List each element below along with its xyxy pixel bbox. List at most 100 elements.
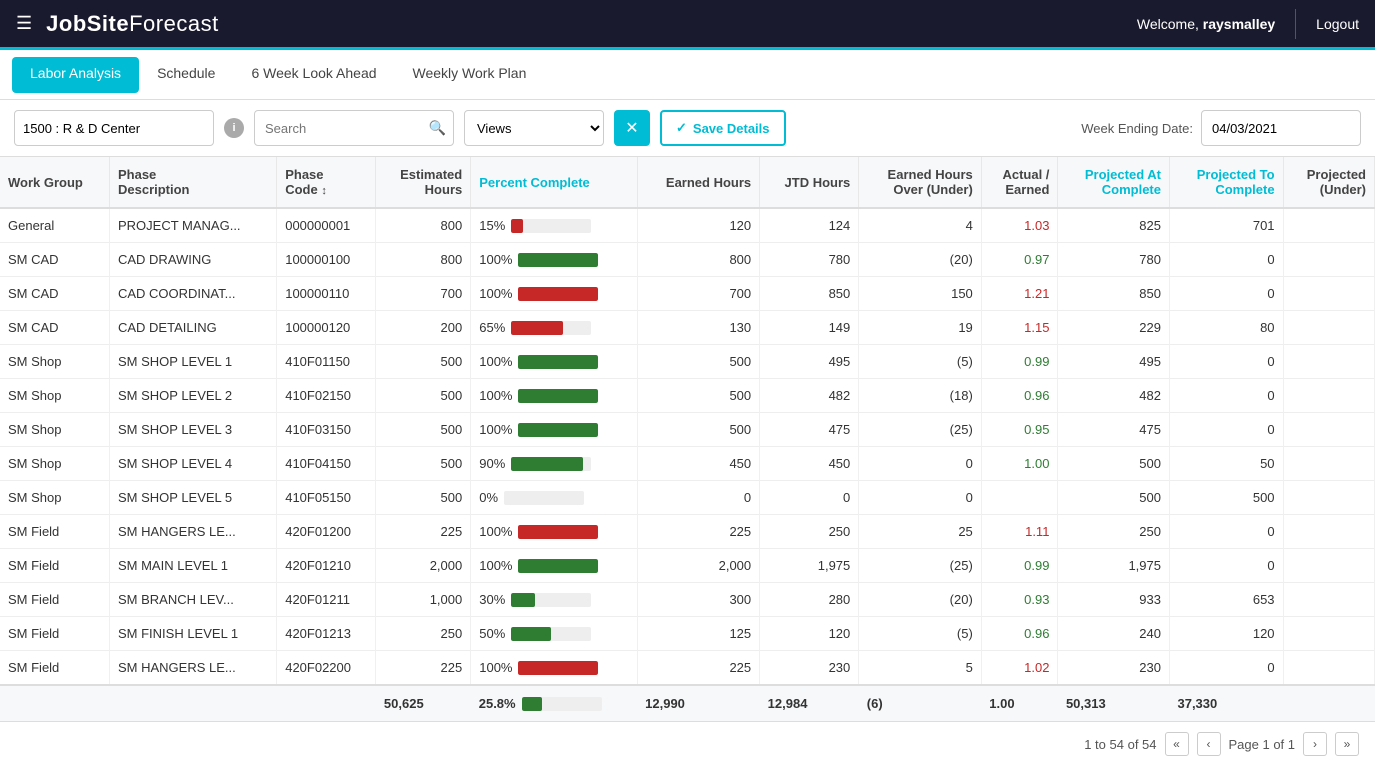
cell-proj-to-complete: 50 [1169,447,1283,481]
cell-phase-code: 420F01213 [277,617,376,651]
footer-under [1283,685,1374,721]
header-divider [1295,9,1296,39]
cell-earned-over-under: 5 [859,651,982,686]
cell-pct-complete: 100% [471,549,637,583]
cell-est-hours: 500 [376,379,471,413]
tab-6-week[interactable]: 6 Week Look Ahead [233,50,394,100]
week-date-input[interactable] [1201,110,1361,146]
cell-projected-under [1283,651,1374,686]
footer-actual-earned: 1.00 [981,685,1058,721]
cell-proj-at-complete: 825 [1058,208,1170,243]
cell-pct-complete: 65% [471,311,637,345]
cell-jtd-hours: 1,975 [760,549,859,583]
cell-phase-desc: SM SHOP LEVEL 2 [109,379,276,413]
cell-work-group: SM Shop [0,379,109,413]
col-phase-code[interactable]: PhaseCode ↕ [277,157,376,208]
tab-schedule[interactable]: Schedule [139,50,233,100]
cell-actual-earned: 0.93 [981,583,1058,617]
cell-proj-to-complete: 0 [1169,277,1283,311]
cell-work-group: SM CAD [0,243,109,277]
save-button[interactable]: ✓ Save Details [660,110,786,146]
cell-jtd-hours: 250 [760,515,859,549]
logout-button[interactable]: Logout [1316,16,1359,32]
cell-proj-at-complete: 229 [1058,311,1170,345]
cell-projected-under [1283,583,1374,617]
cell-phase-desc: SM SHOP LEVEL 4 [109,447,276,481]
clear-button[interactable]: ✕ [614,110,650,146]
cell-proj-to-complete: 0 [1169,515,1283,549]
cell-pct-complete: 100% [471,277,637,311]
cell-phase-code: 410F05150 [277,481,376,515]
tab-weekly-work-plan[interactable]: Weekly Work Plan [395,50,545,100]
cell-proj-at-complete: 500 [1058,481,1170,515]
cell-jtd-hours: 495 [760,345,859,379]
cell-projected-under [1283,617,1374,651]
cell-actual-earned: 0.97 [981,243,1058,277]
cell-est-hours: 500 [376,413,471,447]
cell-actual-earned: 0.99 [981,549,1058,583]
cell-phase-code: 420F01210 [277,549,376,583]
cell-work-group: SM Field [0,515,109,549]
cell-earned-over-under: (25) [859,413,982,447]
cell-est-hours: 200 [376,311,471,345]
cell-proj-to-complete: 653 [1169,583,1283,617]
table-row: General PROJECT MANAG... 000000001 800 1… [0,208,1375,243]
cell-projected-under [1283,208,1374,243]
project-select[interactable]: 1500 : R & D Center [14,110,214,146]
pagination-bar: 1 to 54 of 54 « ‹ Page 1 of 1 › » [0,721,1375,766]
search-input[interactable] [254,110,454,146]
cell-proj-at-complete: 850 [1058,277,1170,311]
cell-phase-code: 410F04150 [277,447,376,481]
cell-work-group: SM CAD [0,277,109,311]
cell-est-hours: 2,000 [376,549,471,583]
cell-phase-desc: SM SHOP LEVEL 1 [109,345,276,379]
cell-actual-earned [981,481,1058,515]
pagination-info: 1 to 54 of 54 [1084,737,1156,752]
page-last-btn[interactable]: » [1335,732,1359,756]
cell-actual-earned: 0.95 [981,413,1058,447]
cell-earned-hours: 300 [637,583,760,617]
page-first-btn[interactable]: « [1165,732,1189,756]
col-work-group: Work Group [0,157,109,208]
table-row: SM Field SM MAIN LEVEL 1 420F01210 2,000… [0,549,1375,583]
cell-est-hours: 800 [376,243,471,277]
menu-icon[interactable]: ☰ [16,13,32,34]
col-jtd-hours: JTD Hours [760,157,859,208]
cell-actual-earned: 1.11 [981,515,1058,549]
cell-earned-over-under: (18) [859,379,982,413]
table-row: SM Field SM HANGERS LE... 420F02200 225 … [0,651,1375,686]
cell-pct-complete: 30% [471,583,637,617]
footer-jtd-hours: 12,984 [760,685,859,721]
cell-work-group: SM Shop [0,447,109,481]
cell-phase-code: 410F01150 [277,345,376,379]
cell-proj-to-complete: 0 [1169,243,1283,277]
cell-phase-desc: SM BRANCH LEV... [109,583,276,617]
tab-labor-analysis[interactable]: Labor Analysis [12,57,139,93]
cell-actual-earned: 1.03 [981,208,1058,243]
cell-est-hours: 500 [376,447,471,481]
cell-proj-at-complete: 780 [1058,243,1170,277]
cell-earned-over-under: 4 [859,208,982,243]
cell-est-hours: 500 [376,481,471,515]
col-pct-complete: Percent Complete [471,157,637,208]
cell-phase-code: 100000110 [277,277,376,311]
cell-est-hours: 225 [376,651,471,686]
cell-phase-code: 000000001 [277,208,376,243]
toolbar: 1500 : R & D Center i 🔍 Views ✕ ✓ Save D… [0,100,1375,157]
header-right: Welcome, raysmalley Logout [1137,9,1359,39]
cell-pct-complete: 100% [471,515,637,549]
col-actual-earned: Actual /Earned [981,157,1058,208]
cell-est-hours: 500 [376,345,471,379]
info-icon[interactable]: i [224,118,244,138]
cell-phase-desc: SM SHOP LEVEL 5 [109,481,276,515]
page-next-btn[interactable]: › [1303,732,1327,756]
cell-phase-code: 410F03150 [277,413,376,447]
views-select[interactable]: Views [464,110,604,146]
cell-projected-under [1283,379,1374,413]
cell-projected-under [1283,481,1374,515]
cell-proj-at-complete: 500 [1058,447,1170,481]
cell-proj-at-complete: 230 [1058,651,1170,686]
cell-earned-over-under: 150 [859,277,982,311]
cell-actual-earned: 0.99 [981,345,1058,379]
page-prev-btn[interactable]: ‹ [1197,732,1221,756]
